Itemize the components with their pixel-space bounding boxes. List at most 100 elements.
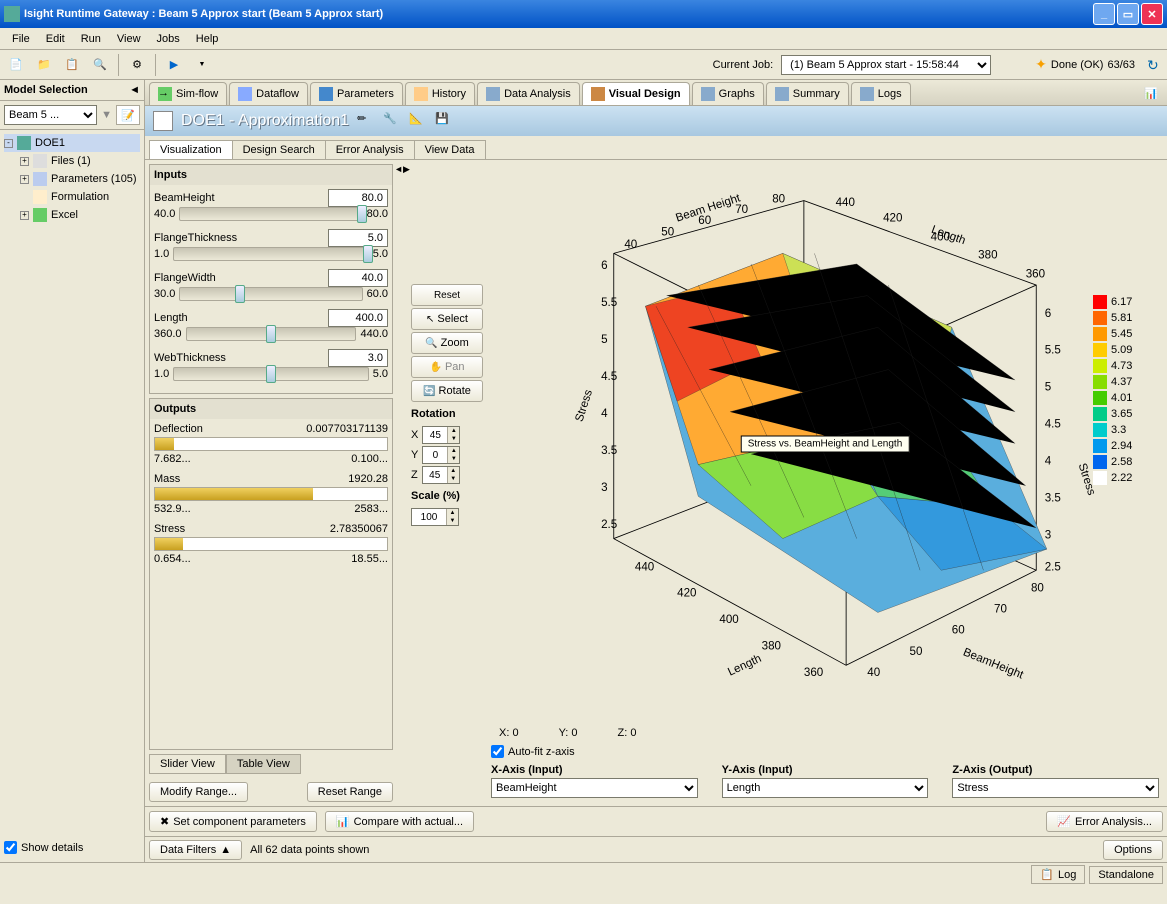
inputs-title: Inputs bbox=[150, 165, 392, 185]
input-FlangeWidth-slider[interactable] bbox=[179, 287, 362, 301]
autofit-checkbox[interactable]: Auto-fit z-axis bbox=[491, 745, 1159, 758]
output-Mass: Mass1920.28 532.9...2583... bbox=[154, 473, 388, 515]
scale-input[interactable]: ▲▼ bbox=[411, 508, 459, 526]
legend-row: 3.3 bbox=[1093, 422, 1163, 438]
outputs-title: Outputs bbox=[150, 399, 392, 419]
input-FlangeThickness: FlangeThickness 1.0 5.0 bbox=[154, 229, 388, 261]
tab-logs[interactable]: Logs bbox=[851, 82, 911, 105]
input-FlangeWidth-value[interactable] bbox=[328, 269, 388, 287]
tree-excel: +Excel bbox=[4, 206, 140, 224]
zoom-button[interactable]: 🔍 Zoom bbox=[411, 332, 483, 354]
error-analysis-button[interactable]: 📈 Error Analysis... bbox=[1046, 811, 1163, 832]
sidebar-header: Model Selection ◄ bbox=[0, 80, 144, 101]
svg-text:60: 60 bbox=[698, 214, 711, 227]
menu-run[interactable]: Run bbox=[73, 33, 109, 45]
tab-visual-design[interactable]: Visual Design bbox=[582, 82, 690, 105]
rotate-button[interactable]: 🔄 Rotate bbox=[411, 380, 483, 402]
minimize-button[interactable]: _ bbox=[1093, 3, 1115, 25]
toolbar-btn-3[interactable]: 📋 bbox=[60, 53, 84, 77]
menu-file[interactable]: File bbox=[4, 33, 38, 45]
legend-row: 2.94 bbox=[1093, 438, 1163, 454]
surface-plot[interactable]: Stress Stress Length BeamHeight Beam Hei… bbox=[487, 164, 1163, 723]
toolbar-btn-2[interactable]: 📁 bbox=[32, 53, 56, 77]
rotation-y-input[interactable]: ▲▼ bbox=[422, 446, 460, 464]
input-Length-slider[interactable] bbox=[186, 327, 357, 341]
log-button[interactable]: 📋 Log bbox=[1031, 865, 1085, 884]
svg-text:Length: Length bbox=[726, 652, 764, 679]
collapse-handle[interactable]: ◄▶ bbox=[397, 164, 407, 802]
input-FlangeWidth: FlangeWidth 30.0 60.0 bbox=[154, 269, 388, 301]
close-button[interactable]: ✕ bbox=[1141, 3, 1163, 25]
model-edit-button[interactable]: 📝 bbox=[116, 105, 140, 125]
svg-text:5.5: 5.5 bbox=[601, 296, 617, 309]
output-Stress-bar bbox=[154, 537, 388, 551]
data-filters-button[interactable]: Data Filters ▲ bbox=[149, 840, 242, 860]
sidebar-close-icon[interactable]: ◄ bbox=[129, 84, 140, 96]
subtab-view-data[interactable]: View Data bbox=[414, 140, 486, 159]
tab-history[interactable]: History bbox=[405, 82, 475, 105]
svg-text:3.5: 3.5 bbox=[601, 444, 617, 457]
yaxis-select[interactable]: Length bbox=[722, 778, 929, 798]
input-WebThickness-value[interactable] bbox=[328, 349, 388, 367]
svg-text:2.5: 2.5 bbox=[1045, 560, 1061, 573]
select-button[interactable]: ↖ Select bbox=[411, 308, 483, 330]
input-Length-value[interactable] bbox=[328, 309, 388, 327]
input-WebThickness-slider[interactable] bbox=[173, 367, 368, 381]
toolbar-btn-4[interactable]: 🔍 bbox=[88, 53, 112, 77]
input-BeamHeight: BeamHeight 40.0 80.0 bbox=[154, 189, 388, 221]
tab-data-analysis[interactable]: Data Analysis bbox=[477, 82, 580, 105]
hdr-btn-2[interactable]: 🔧 bbox=[383, 112, 401, 130]
rotation-z-input[interactable]: ▲▼ bbox=[422, 466, 460, 484]
slider-view-tab[interactable]: Slider View bbox=[149, 754, 226, 774]
set-params-button[interactable]: ✖ Set component parameters bbox=[149, 811, 317, 832]
menu-edit[interactable]: Edit bbox=[38, 33, 73, 45]
tabs-menu-icon[interactable]: 📊 bbox=[1139, 81, 1163, 105]
tab-parameters[interactable]: Parameters bbox=[310, 82, 403, 105]
subtab-visualization[interactable]: Visualization bbox=[149, 140, 233, 159]
toolbar-btn-1[interactable]: 📄 bbox=[4, 53, 28, 77]
model-tree[interactable]: -DOE1 +Files (1) +Parameters (105) Formu… bbox=[0, 130, 144, 228]
zaxis-select[interactable]: Stress bbox=[952, 778, 1159, 798]
inputs-list: BeamHeight 40.0 80.0 FlangeThickness 1.0… bbox=[150, 185, 392, 393]
subtab-design-search[interactable]: Design Search bbox=[232, 140, 326, 159]
tab-graphs[interactable]: Graphs bbox=[692, 82, 764, 105]
toolbar: 📄 📁 📋 🔍 ⚙ ▶ ▼ Current Job: (1) Beam 5 Ap… bbox=[0, 50, 1167, 80]
run-button[interactable]: ▶ bbox=[162, 53, 186, 77]
input-FlangeThickness-value[interactable] bbox=[328, 229, 388, 247]
show-details-checkbox[interactable]: Show details bbox=[4, 841, 83, 854]
input-BeamHeight-slider[interactable] bbox=[179, 207, 362, 221]
run-dropdown[interactable]: ▼ bbox=[190, 53, 214, 77]
menu-jobs[interactable]: Jobs bbox=[149, 33, 188, 45]
model-select[interactable]: Beam 5 ... bbox=[4, 105, 97, 125]
menu-view[interactable]: View bbox=[109, 33, 149, 45]
hdr-btn-3[interactable]: 📐 bbox=[409, 112, 427, 130]
table-view-tab[interactable]: Table View bbox=[226, 754, 301, 774]
input-FlangeThickness-slider[interactable] bbox=[173, 247, 368, 261]
svg-text:80: 80 bbox=[1031, 581, 1044, 594]
rotation-label: Rotation bbox=[411, 404, 483, 424]
xaxis-select[interactable]: BeamHeight bbox=[491, 778, 698, 798]
menu-help[interactable]: Help bbox=[188, 33, 227, 45]
menubar: File Edit Run View Jobs Help bbox=[0, 28, 1167, 50]
options-button[interactable]: Options bbox=[1103, 840, 1163, 860]
reset-range-button[interactable]: Reset Range bbox=[307, 782, 393, 802]
compare-button[interactable]: 📊 Compare with actual... bbox=[325, 811, 474, 832]
modify-range-button[interactable]: Modify Range... bbox=[149, 782, 248, 802]
rotation-x-input[interactable]: ▲▼ bbox=[422, 426, 460, 444]
subtabs: Visualization Design Search Error Analys… bbox=[145, 136, 1167, 160]
subtab-error-analysis[interactable]: Error Analysis bbox=[325, 140, 415, 159]
tab-dataflow[interactable]: Dataflow bbox=[229, 82, 308, 105]
reset-button[interactable]: Reset bbox=[411, 284, 483, 306]
hdr-btn-4[interactable]: 💾 bbox=[435, 112, 453, 130]
refresh-icon[interactable]: ↻ bbox=[1147, 57, 1163, 73]
current-job-select[interactable]: (1) Beam 5 Approx start - 15:58:44 bbox=[781, 55, 991, 75]
tab-sim-flow[interactable]: →Sim-flow bbox=[149, 82, 227, 105]
pan-button[interactable]: ✋ Pan bbox=[411, 356, 483, 378]
legend-row: 4.37 bbox=[1093, 374, 1163, 390]
tab-summary[interactable]: Summary bbox=[766, 82, 849, 105]
maximize-button[interactable]: ▭ bbox=[1117, 3, 1139, 25]
toolbar-btn-5[interactable]: ⚙ bbox=[125, 53, 149, 77]
svg-text:400: 400 bbox=[931, 231, 950, 244]
hdr-btn-1[interactable]: ✏ bbox=[357, 112, 375, 130]
component-title: DOE1 - Approximation1 bbox=[181, 112, 349, 130]
